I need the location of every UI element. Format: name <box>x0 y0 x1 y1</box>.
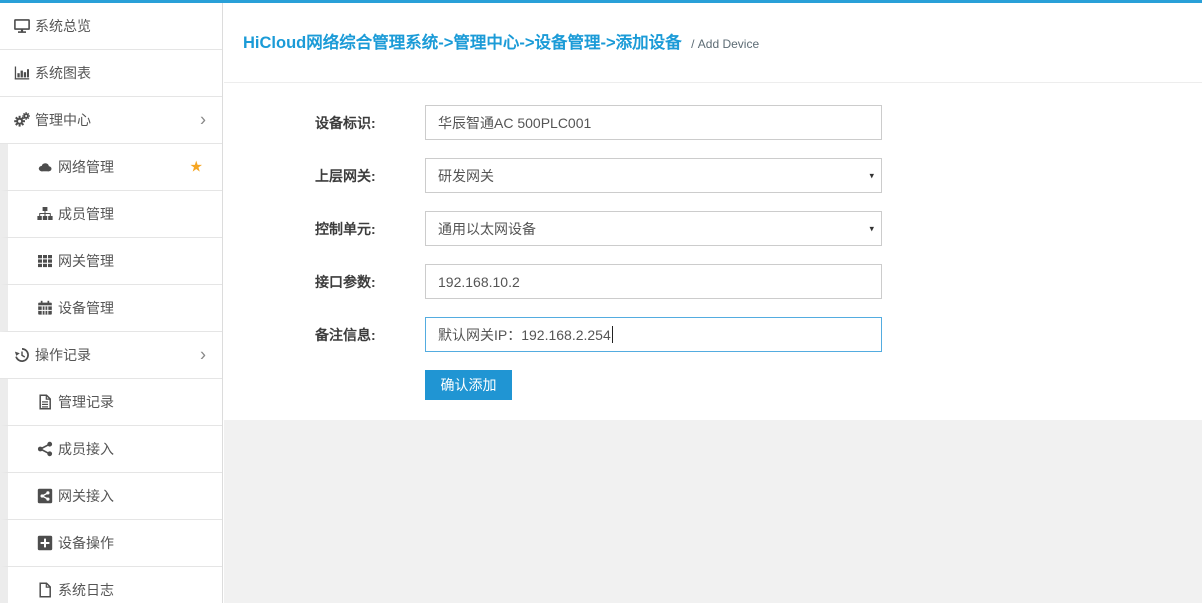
sidebar-item-label: 管理记录 <box>58 392 114 412</box>
breadcrumb: HiCloud网络综合管理系统->管理中心->设备管理->添加设备 / Add … <box>224 3 1202 83</box>
field-value: 默认网关IP：192.168.2.254 <box>438 325 611 345</box>
calendar-icon <box>36 300 53 316</box>
sidebar-item-management-records[interactable]: 管理记录 <box>0 379 222 426</box>
field-label-device-id: 设备标识: <box>315 113 425 133</box>
upper-gateway-select[interactable]: 研发网关 <box>425 158 882 193</box>
field-label-upper-gateway: 上层网关: <box>315 166 425 186</box>
file-icon <box>36 582 53 598</box>
field-value: 华辰智通AC 500PLC001 <box>438 113 591 133</box>
field-wrap-remark-info: 默认网关IP：192.168.2.254 <box>425 317 882 352</box>
field-wrap-upper-gateway: 研发网关 ▾ <box>425 158 882 193</box>
sidebar-item-network-management[interactable]: 网络管理 ★ <box>0 144 222 191</box>
remark-info-input[interactable]: 默认网关IP：192.168.2.254 <box>425 317 882 352</box>
file-text-icon <box>36 394 53 410</box>
sidebar-item-label: 网络管理 <box>58 157 114 177</box>
sidebar-item-gateway-access[interactable]: 网关接入 <box>0 473 222 520</box>
sidebar-item-member-management[interactable]: 成员管理 <box>0 191 222 238</box>
bar-chart-icon <box>13 65 30 81</box>
grid-icon <box>36 253 53 269</box>
sidebar-item-device-operations[interactable]: 设备操作 <box>0 520 222 567</box>
form-row-device-id: 设备标识: 华辰智通AC 500PLC001 <box>224 105 1202 140</box>
sidebar-item-label: 设备管理 <box>58 298 114 318</box>
sidebar-item-label: 系统日志 <box>58 580 114 600</box>
sidebar-item-operation-records[interactable]: 操作记录 › <box>0 332 222 379</box>
sidebar-item-label: 成员管理 <box>58 204 114 224</box>
field-wrap-control-unit: 通用以太网设备 ▾ <box>425 211 882 246</box>
sidebar-item-management-center[interactable]: 管理中心 › <box>0 97 222 144</box>
plus-square-icon <box>36 535 53 551</box>
sitemap-icon <box>36 206 53 222</box>
confirm-add-button[interactable]: 确认添加 <box>425 370 512 400</box>
cogs-icon <box>13 112 30 128</box>
top-accent-bar <box>0 0 1202 3</box>
form-row-control-unit: 控制单元: 通用以太网设备 ▾ <box>224 211 1202 246</box>
field-value: 研发网关 <box>438 166 494 186</box>
field-value: 192.168.10.2 <box>438 274 520 290</box>
sidebar-item-label: 设备操作 <box>58 533 114 553</box>
desktop-icon <box>13 18 30 34</box>
share-nodes-icon <box>36 441 53 457</box>
chevron-right-icon: › <box>200 345 206 363</box>
form-row-upper-gateway: 上层网关: 研发网关 ▾ <box>224 158 1202 193</box>
chevron-down-icon: ▾ <box>869 171 874 180</box>
add-device-form: 设备标识:华辰智通AC 500PLC001上层网关:研发网关▾控制单元:通用以太… <box>224 83 1202 420</box>
field-label-remark-info: 备注信息: <box>315 325 425 345</box>
sidebar-item-label: 操作记录 <box>35 345 91 365</box>
sidebar-item-system-charts[interactable]: 系统图表 <box>0 50 222 97</box>
form-row-interface-params: 接口参数: 192.168.10.2 <box>224 264 1202 299</box>
interface-params-input[interactable]: 192.168.10.2 <box>425 264 882 299</box>
field-value: 通用以太网设备 <box>438 219 536 239</box>
sidebar-item-label: 系统图表 <box>35 63 91 83</box>
field-wrap-device-id: 华辰智通AC 500PLC001 <box>425 105 882 140</box>
cloud-icon <box>36 159 53 175</box>
field-label-interface-params: 接口参数: <box>315 272 425 292</box>
sidebar-item-member-access[interactable]: 成员接入 <box>0 426 222 473</box>
sidebar-item-gateway-management[interactable]: 网关管理 <box>0 238 222 285</box>
form-row-remark-info: 备注信息: 默认网关IP：192.168.2.254 <box>224 317 1202 352</box>
sidebar-item-label: 管理中心 <box>35 110 91 130</box>
field-wrap-interface-params: 192.168.10.2 <box>425 264 882 299</box>
page-background <box>224 420 1202 603</box>
text-cursor <box>612 326 613 343</box>
chevron-right-icon: › <box>200 110 206 128</box>
sidebar-item-label: 系统总览 <box>35 16 91 36</box>
field-label-control-unit: 控制单元: <box>315 219 425 239</box>
sidebar-item-system-overview[interactable]: 系统总览 <box>0 3 222 50</box>
sidebar-item-label: 成员接入 <box>58 439 114 459</box>
history-icon <box>13 347 30 363</box>
sidebar-item-system-logs[interactable]: 系统日志 <box>0 567 222 603</box>
main-content: HiCloud网络综合管理系统->管理中心->设备管理->添加设备 / Add … <box>224 3 1202 603</box>
sidebar-item-device-management[interactable]: 设备管理 <box>0 285 222 332</box>
breadcrumb-subtitle: / Add Device <box>691 37 759 51</box>
favorite-star-icon[interactable]: ★ <box>190 160 203 175</box>
share-square-icon <box>36 488 53 504</box>
sidebar: 系统总览系统图表管理中心 › 网络管理 ★ 成员管理网关管理设备管理操作记录 › 管理记录成… <box>0 3 223 603</box>
breadcrumb-path: HiCloud网络综合管理系统->管理中心->设备管理->添加设备 <box>243 34 682 52</box>
sidebar-item-label: 网关管理 <box>58 251 114 271</box>
control-unit-select[interactable]: 通用以太网设备 <box>425 211 882 246</box>
chevron-down-icon: ▾ <box>869 224 874 233</box>
device-id-input[interactable]: 华辰智通AC 500PLC001 <box>425 105 882 140</box>
sidebar-item-label: 网关接入 <box>58 486 114 506</box>
